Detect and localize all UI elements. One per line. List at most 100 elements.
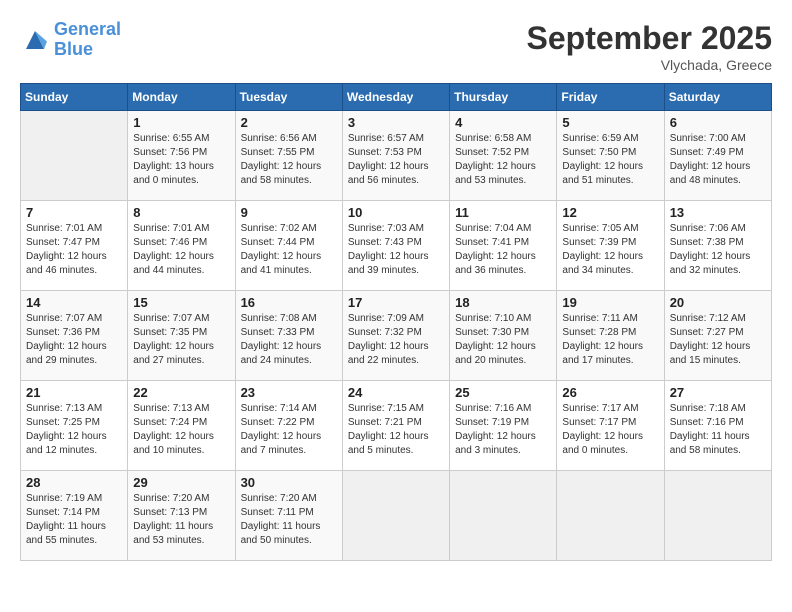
title-area: September 2025 Vlychada, Greece — [527, 20, 772, 73]
day-number: 30 — [241, 475, 337, 490]
day-detail: Sunrise: 6:58 AMSunset: 7:52 PMDaylight:… — [455, 132, 551, 188]
month-title: September 2025 — [527, 20, 772, 57]
day-number: 19 — [562, 295, 658, 310]
day-number: 15 — [133, 295, 229, 310]
day-cell: 21Sunrise: 7:13 AMSunset: 7:25 PMDayligh… — [21, 381, 128, 471]
day-cell: 30 Sunrise: 7:20 AMSunset: 7:11 PMDayligh… — [235, 471, 342, 561]
day-cell: 24Sunrise: 7:15 AMSunset: 7:21 PMDayligh… — [342, 381, 449, 471]
day-cell: 9 Sunrise: 7:02 AMSunset: 7:44 PMDaylight… — [235, 201, 342, 291]
day-cell — [342, 471, 449, 561]
day-number: 5 — [562, 115, 658, 130]
day-number: 4 — [455, 115, 551, 130]
week-row-0: 1 Sunrise: 6:55 AMSunset: 7:56 PMDaylight… — [21, 111, 772, 201]
day-detail: Sunrise: 6:59 AMSunset: 7:50 PMDaylight:… — [562, 132, 658, 188]
header-cell-friday: Friday — [557, 84, 664, 111]
day-cell: 29Sunrise: 7:20 AMSunset: 7:13 PMDayligh… — [128, 471, 235, 561]
day-cell: 27 Sunrise: 7:18 AMSunset: 7:16 PMDayligh… — [664, 381, 771, 471]
day-detail: Sunrise: 7:16 AMSunset: 7:19 PMDaylight:… — [455, 402, 551, 458]
week-row-2: 14Sunrise: 7:07 AMSunset: 7:36 PMDayligh… — [21, 291, 772, 381]
day-number: 11 — [455, 205, 551, 220]
day-detail: Sunrise: 7:04 AMSunset: 7:41 PMDaylight:… — [455, 222, 551, 278]
day-cell: 11 Sunrise: 7:04 AMSunset: 7:41 PMDayligh… — [450, 201, 557, 291]
day-detail: Sunrise: 7:01 AMSunset: 7:46 PMDaylight:… — [133, 222, 229, 278]
week-row-3: 21Sunrise: 7:13 AMSunset: 7:25 PMDayligh… — [21, 381, 772, 471]
header: General Blue September 2025 Vlychada, Gr… — [20, 20, 772, 73]
day-number: 23 — [241, 385, 337, 400]
day-cell: 10 Sunrise: 7:03 AMSunset: 7:43 PMDayligh… — [342, 201, 449, 291]
day-detail: Sunrise: 7:01 AMSunset: 7:47 PMDaylight:… — [26, 222, 122, 278]
day-cell: 4 Sunrise: 6:58 AMSunset: 7:52 PMDaylight… — [450, 111, 557, 201]
day-number: 27 — [670, 385, 766, 400]
day-detail: Sunrise: 7:20 AMSunset: 7:11 PMDaylight:… — [241, 492, 337, 548]
day-detail: Sunrise: 7:06 AMSunset: 7:38 PMDaylight:… — [670, 222, 766, 278]
day-number: 25 — [455, 385, 551, 400]
day-cell: 7 Sunrise: 7:01 AMSunset: 7:47 PMDaylight… — [21, 201, 128, 291]
day-cell: 1 Sunrise: 6:55 AMSunset: 7:56 PMDaylight… — [128, 111, 235, 201]
day-cell: 5 Sunrise: 6:59 AMSunset: 7:50 PMDaylight… — [557, 111, 664, 201]
logo-text: General Blue — [54, 20, 121, 60]
header-cell-thursday: Thursday — [450, 84, 557, 111]
day-cell: 23 Sunrise: 7:14 AMSunset: 7:22 PMDayligh… — [235, 381, 342, 471]
day-number: 26 — [562, 385, 658, 400]
day-cell: 8 Sunrise: 7:01 AMSunset: 7:46 PMDaylight… — [128, 201, 235, 291]
day-number: 10 — [348, 205, 444, 220]
day-detail: Sunrise: 6:55 AMSunset: 7:56 PMDaylight:… — [133, 132, 229, 188]
week-row-4: 28Sunrise: 7:19 AMSunset: 7:14 PMDayligh… — [21, 471, 772, 561]
day-cell: 2 Sunrise: 6:56 AMSunset: 7:55 PMDaylight… — [235, 111, 342, 201]
day-cell: 20Sunrise: 7:12 AMSunset: 7:27 PMDayligh… — [664, 291, 771, 381]
day-detail: Sunrise: 7:15 AMSunset: 7:21 PMDaylight:… — [348, 402, 444, 458]
logo: General Blue — [20, 20, 121, 60]
header-row: SundayMondayTuesdayWednesdayThursdayFrid… — [21, 84, 772, 111]
day-number: 8 — [133, 205, 229, 220]
day-cell: 14Sunrise: 7:07 AMSunset: 7:36 PMDayligh… — [21, 291, 128, 381]
day-detail: Sunrise: 7:03 AMSunset: 7:43 PMDaylight:… — [348, 222, 444, 278]
day-detail: Sunrise: 7:10 AMSunset: 7:30 PMDaylight:… — [455, 312, 551, 368]
day-cell: 18 Sunrise: 7:10 AMSunset: 7:30 PMDayligh… — [450, 291, 557, 381]
day-detail: Sunrise: 7:00 AMSunset: 7:49 PMDaylight:… — [670, 132, 766, 188]
day-detail: Sunrise: 7:18 AMSunset: 7:16 PMDaylight:… — [670, 402, 766, 458]
day-number: 3 — [348, 115, 444, 130]
day-cell: 26Sunrise: 7:17 AMSunset: 7:17 PMDayligh… — [557, 381, 664, 471]
day-cell: 15Sunrise: 7:07 AMSunset: 7:35 PMDayligh… — [128, 291, 235, 381]
day-cell: 19Sunrise: 7:11 AMSunset: 7:28 PMDayligh… — [557, 291, 664, 381]
day-cell: 3 Sunrise: 6:57 AMSunset: 7:53 PMDaylight… — [342, 111, 449, 201]
day-number: 1 — [133, 115, 229, 130]
location: Vlychada, Greece — [527, 57, 772, 73]
day-detail: Sunrise: 7:09 AMSunset: 7:32 PMDaylight:… — [348, 312, 444, 368]
day-number: 22 — [133, 385, 229, 400]
header-cell-wednesday: Wednesday — [342, 84, 449, 111]
header-cell-tuesday: Tuesday — [235, 84, 342, 111]
day-number: 2 — [241, 115, 337, 130]
day-cell: 25 Sunrise: 7:16 AMSunset: 7:19 PMDayligh… — [450, 381, 557, 471]
logo-line2: Blue — [54, 39, 93, 59]
day-number: 20 — [670, 295, 766, 310]
day-number: 18 — [455, 295, 551, 310]
calendar-header: SundayMondayTuesdayWednesdayThursdayFrid… — [21, 84, 772, 111]
day-number: 9 — [241, 205, 337, 220]
day-number: 17 — [348, 295, 444, 310]
calendar-body: 1 Sunrise: 6:55 AMSunset: 7:56 PMDaylight… — [21, 111, 772, 561]
day-detail: Sunrise: 6:56 AMSunset: 7:55 PMDaylight:… — [241, 132, 337, 188]
day-number: 7 — [26, 205, 122, 220]
day-detail: Sunrise: 7:08 AMSunset: 7:33 PMDaylight:… — [241, 312, 337, 368]
week-row-1: 7 Sunrise: 7:01 AMSunset: 7:47 PMDaylight… — [21, 201, 772, 291]
day-detail: Sunrise: 7:05 AMSunset: 7:39 PMDaylight:… — [562, 222, 658, 278]
day-cell: 12 Sunrise: 7:05 AMSunset: 7:39 PMDayligh… — [557, 201, 664, 291]
day-detail: Sunrise: 6:57 AMSunset: 7:53 PMDaylight:… — [348, 132, 444, 188]
day-cell: 13Sunrise: 7:06 AMSunset: 7:38 PMDayligh… — [664, 201, 771, 291]
day-detail: Sunrise: 7:02 AMSunset: 7:44 PMDaylight:… — [241, 222, 337, 278]
logo-line1: General — [54, 19, 121, 39]
day-number: 12 — [562, 205, 658, 220]
calendar: SundayMondayTuesdayWednesdayThursdayFrid… — [20, 83, 772, 561]
header-cell-sunday: Sunday — [21, 84, 128, 111]
day-cell: 16Sunrise: 7:08 AMSunset: 7:33 PMDayligh… — [235, 291, 342, 381]
day-detail: Sunrise: 7:13 AMSunset: 7:25 PMDaylight:… — [26, 402, 122, 458]
day-number: 6 — [670, 115, 766, 130]
day-number: 14 — [26, 295, 122, 310]
day-cell — [21, 111, 128, 201]
day-cell — [664, 471, 771, 561]
day-detail: Sunrise: 7:14 AMSunset: 7:22 PMDaylight:… — [241, 402, 337, 458]
day-detail: Sunrise: 7:13 AMSunset: 7:24 PMDaylight:… — [133, 402, 229, 458]
header-cell-saturday: Saturday — [664, 84, 771, 111]
logo-icon — [20, 25, 50, 55]
